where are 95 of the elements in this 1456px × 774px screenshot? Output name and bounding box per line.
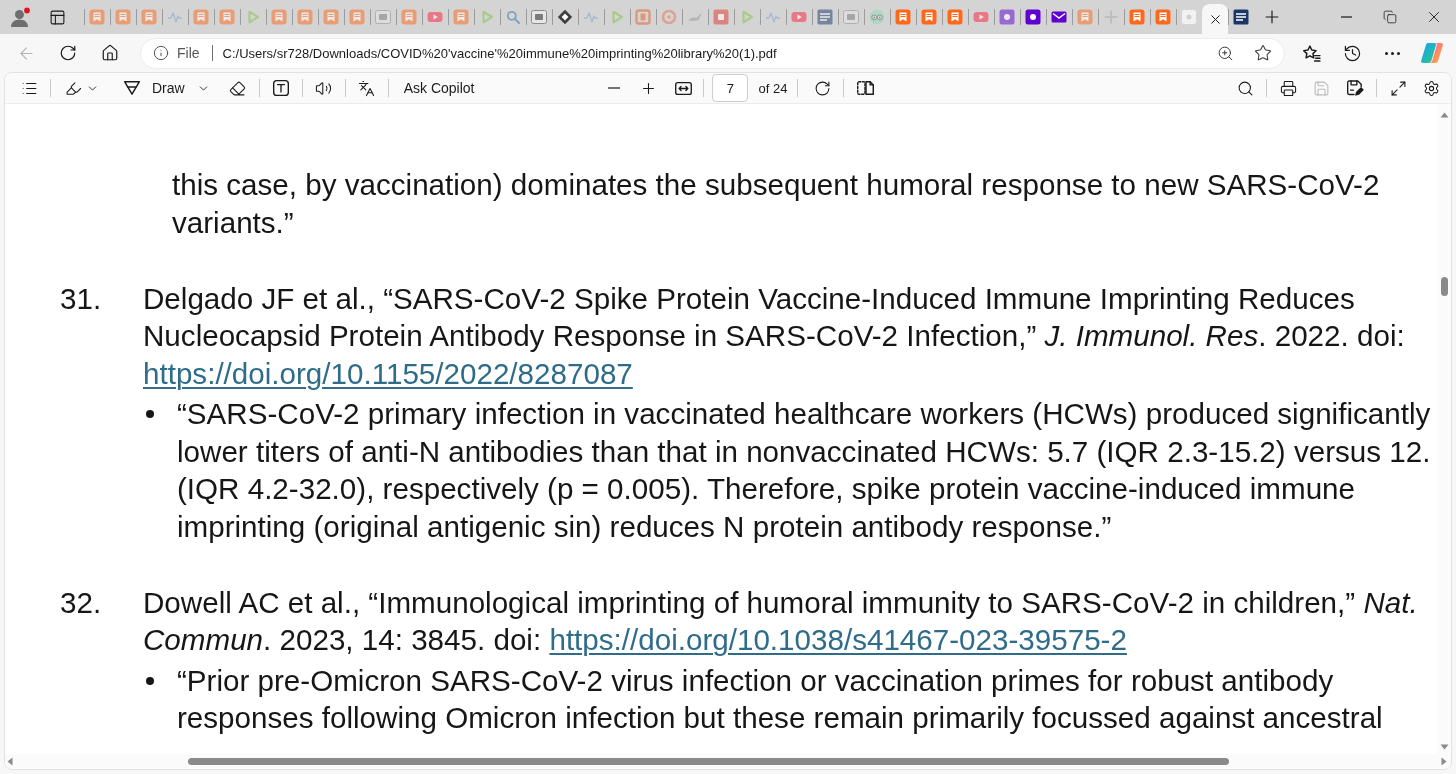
tile-icon bbox=[375, 9, 391, 25]
bookmark-icon bbox=[349, 9, 365, 25]
citation-text: Dowell AC et al., “Immunological imprinting of humoral immunity to SARS-CoV-2 in children,” Nat. Commun. 2023, 14: 3845. doi: https://doi.org/10.1038/s41467-023-39575-2 bbox=[143, 584, 1419, 658]
envelope-icon bbox=[1051, 11, 1067, 23]
address-text[interactable]: C:/Users/sr728/Downloads/COVID%20'vaccine'%20immune%20imprinting%20library%20(1).pdf bbox=[222, 45, 1210, 61]
reference-number: 31. bbox=[60, 280, 103, 317]
bookmark-icon bbox=[115, 9, 131, 25]
text-box-icon bbox=[272, 80, 289, 96]
minus-icon bbox=[608, 87, 621, 89]
bookmark-icon bbox=[1129, 9, 1145, 25]
refresh-icon bbox=[59, 44, 77, 62]
draw-button[interactable]: Draw bbox=[118, 74, 214, 102]
bookmark-icon bbox=[1077, 9, 1093, 25]
eraser-icon bbox=[229, 79, 247, 97]
panel-layout-icon bbox=[48, 8, 66, 26]
video-icon bbox=[791, 9, 807, 25]
bullet-icon bbox=[146, 676, 154, 685]
scroll-down-icon bbox=[1439, 744, 1449, 750]
search-icon bbox=[1236, 79, 1254, 97]
favorites-icon bbox=[1303, 44, 1321, 62]
bookmark-icon bbox=[895, 9, 911, 25]
scrollbar-thumb[interactable] bbox=[188, 758, 1229, 765]
news-icon bbox=[817, 9, 833, 25]
citation-text: Delgado JF et al., “SARS-CoV-2 Spike Protein Vaccine-Induced Immune Imprinting Reduces Nucleocapsid Protein Antibody Response in SARS-CoV-2 Infection,” J. Immunol. Res. 2022. doi: https://doi.org/10.1155/2022/8287087 bbox=[143, 280, 1406, 392]
diamond-icon bbox=[557, 9, 573, 25]
bookmark-icon bbox=[193, 9, 209, 25]
ask-copilot-button[interactable]: Ask Copilot bbox=[395, 74, 483, 102]
tile-icon bbox=[1025, 9, 1041, 25]
play-icon bbox=[609, 9, 625, 25]
speaker-icon bbox=[315, 79, 333, 97]
quote-text: “Prior pre-Omicron SARS-CoV-2 virus infection or vaccination primes for robust antibody responses following Omicron infection but these remain primarily focussed against ancestral bbox=[177, 662, 1383, 736]
copilot-logo-icon bbox=[1421, 43, 1443, 63]
bookmark-icon bbox=[297, 9, 313, 25]
owl-icon bbox=[869, 9, 885, 25]
save-icon bbox=[1312, 79, 1330, 97]
star-icon bbox=[1254, 44, 1272, 62]
bird-icon bbox=[688, 12, 702, 22]
bookmark-icon bbox=[947, 9, 963, 25]
page-number-field[interactable]: 7 bbox=[712, 74, 749, 102]
scrollbar-thumb[interactable] bbox=[1440, 277, 1448, 296]
pen-icon bbox=[124, 81, 140, 95]
printer-icon bbox=[1279, 79, 1297, 97]
news-icon bbox=[1233, 9, 1249, 25]
tile-icon bbox=[531, 9, 547, 25]
page-count: of 24 bbox=[758, 80, 788, 96]
tile-icon bbox=[999, 9, 1015, 25]
info-icon bbox=[153, 45, 169, 61]
tile-icon bbox=[843, 9, 859, 25]
scroll-right-icon bbox=[1441, 757, 1447, 766]
video-icon bbox=[973, 9, 989, 25]
bookmark-icon bbox=[271, 9, 287, 25]
search-icon bbox=[505, 9, 521, 25]
doi-link[interactable]: https://doi.org/10.1038/s41467-023-39575-2 bbox=[549, 623, 1127, 656]
bookmark-icon bbox=[89, 9, 105, 25]
bookmark-icon bbox=[921, 9, 937, 25]
highlighter-icon bbox=[65, 79, 82, 97]
avatar-icon bbox=[10, 6, 32, 28]
bookmark-icon bbox=[1155, 9, 1171, 25]
translate-icon bbox=[358, 79, 376, 97]
vertical-scrollbar[interactable] bbox=[1437, 104, 1451, 754]
bullet-icon bbox=[146, 410, 154, 418]
play-icon bbox=[479, 9, 495, 25]
reference-number: 32. bbox=[60, 584, 103, 621]
play-icon bbox=[245, 9, 261, 25]
zoom-in-icon bbox=[1216, 44, 1234, 62]
ring-icon bbox=[661, 9, 677, 25]
doi-link[interactable]: https://doi.org/10.1155/2022/8287087 bbox=[143, 356, 633, 390]
play-icon bbox=[739, 9, 755, 25]
restore-icon bbox=[1383, 10, 1397, 24]
video-icon bbox=[427, 9, 443, 25]
bookmark-icon bbox=[219, 9, 235, 25]
home-icon bbox=[101, 44, 119, 62]
more-icon bbox=[1384, 51, 1400, 55]
bookmark-icon bbox=[401, 9, 417, 25]
address-bar[interactable]: File C:/Users/sr728/Downloads/COVID%20'vaccine'%20immune%20imprinting%20library%20(1).pdf bbox=[140, 37, 1285, 69]
bookmark-icon bbox=[141, 9, 157, 25]
two-page-icon bbox=[856, 81, 874, 95]
site-info-button[interactable]: File bbox=[151, 40, 202, 66]
scroll-up-icon bbox=[1439, 112, 1449, 118]
fit-width-icon bbox=[675, 81, 692, 95]
history-icon bbox=[1342, 43, 1362, 63]
rotate-icon bbox=[813, 79, 831, 97]
expand-icon bbox=[1389, 79, 1407, 97]
tile-icon bbox=[713, 9, 729, 25]
tile-icon bbox=[1181, 9, 1197, 25]
scroll-left-icon bbox=[7, 757, 13, 766]
bookmark-icon bbox=[453, 9, 469, 25]
square-outline-icon bbox=[635, 9, 651, 25]
settings-icon bbox=[1422, 79, 1440, 97]
save-edit-icon bbox=[1346, 80, 1364, 96]
bookmark-icon bbox=[323, 9, 339, 25]
quote-text: this case, by vaccination) dominates the subsequent humoral response to new SARS-CoV-2 variants.” bbox=[172, 167, 1381, 241]
horizontal-scrollbar[interactable] bbox=[5, 754, 1451, 769]
quote-text: “SARS-CoV-2 primary infection in vaccinated healthcare workers (HCWs) produced significantly lower titers of anti-N antibodies than that in nonvaccinated HCWs: 5.7 (IQR 2.3-15.2) versus 12. (IQR 4.2-32.0), respectively (p = 0.005). Therefore, spike protein vaccine-induced immune imprinting (original antigenic sin) reduces N protein antibody response.” bbox=[177, 396, 1431, 545]
minimize-icon bbox=[1340, 16, 1352, 18]
